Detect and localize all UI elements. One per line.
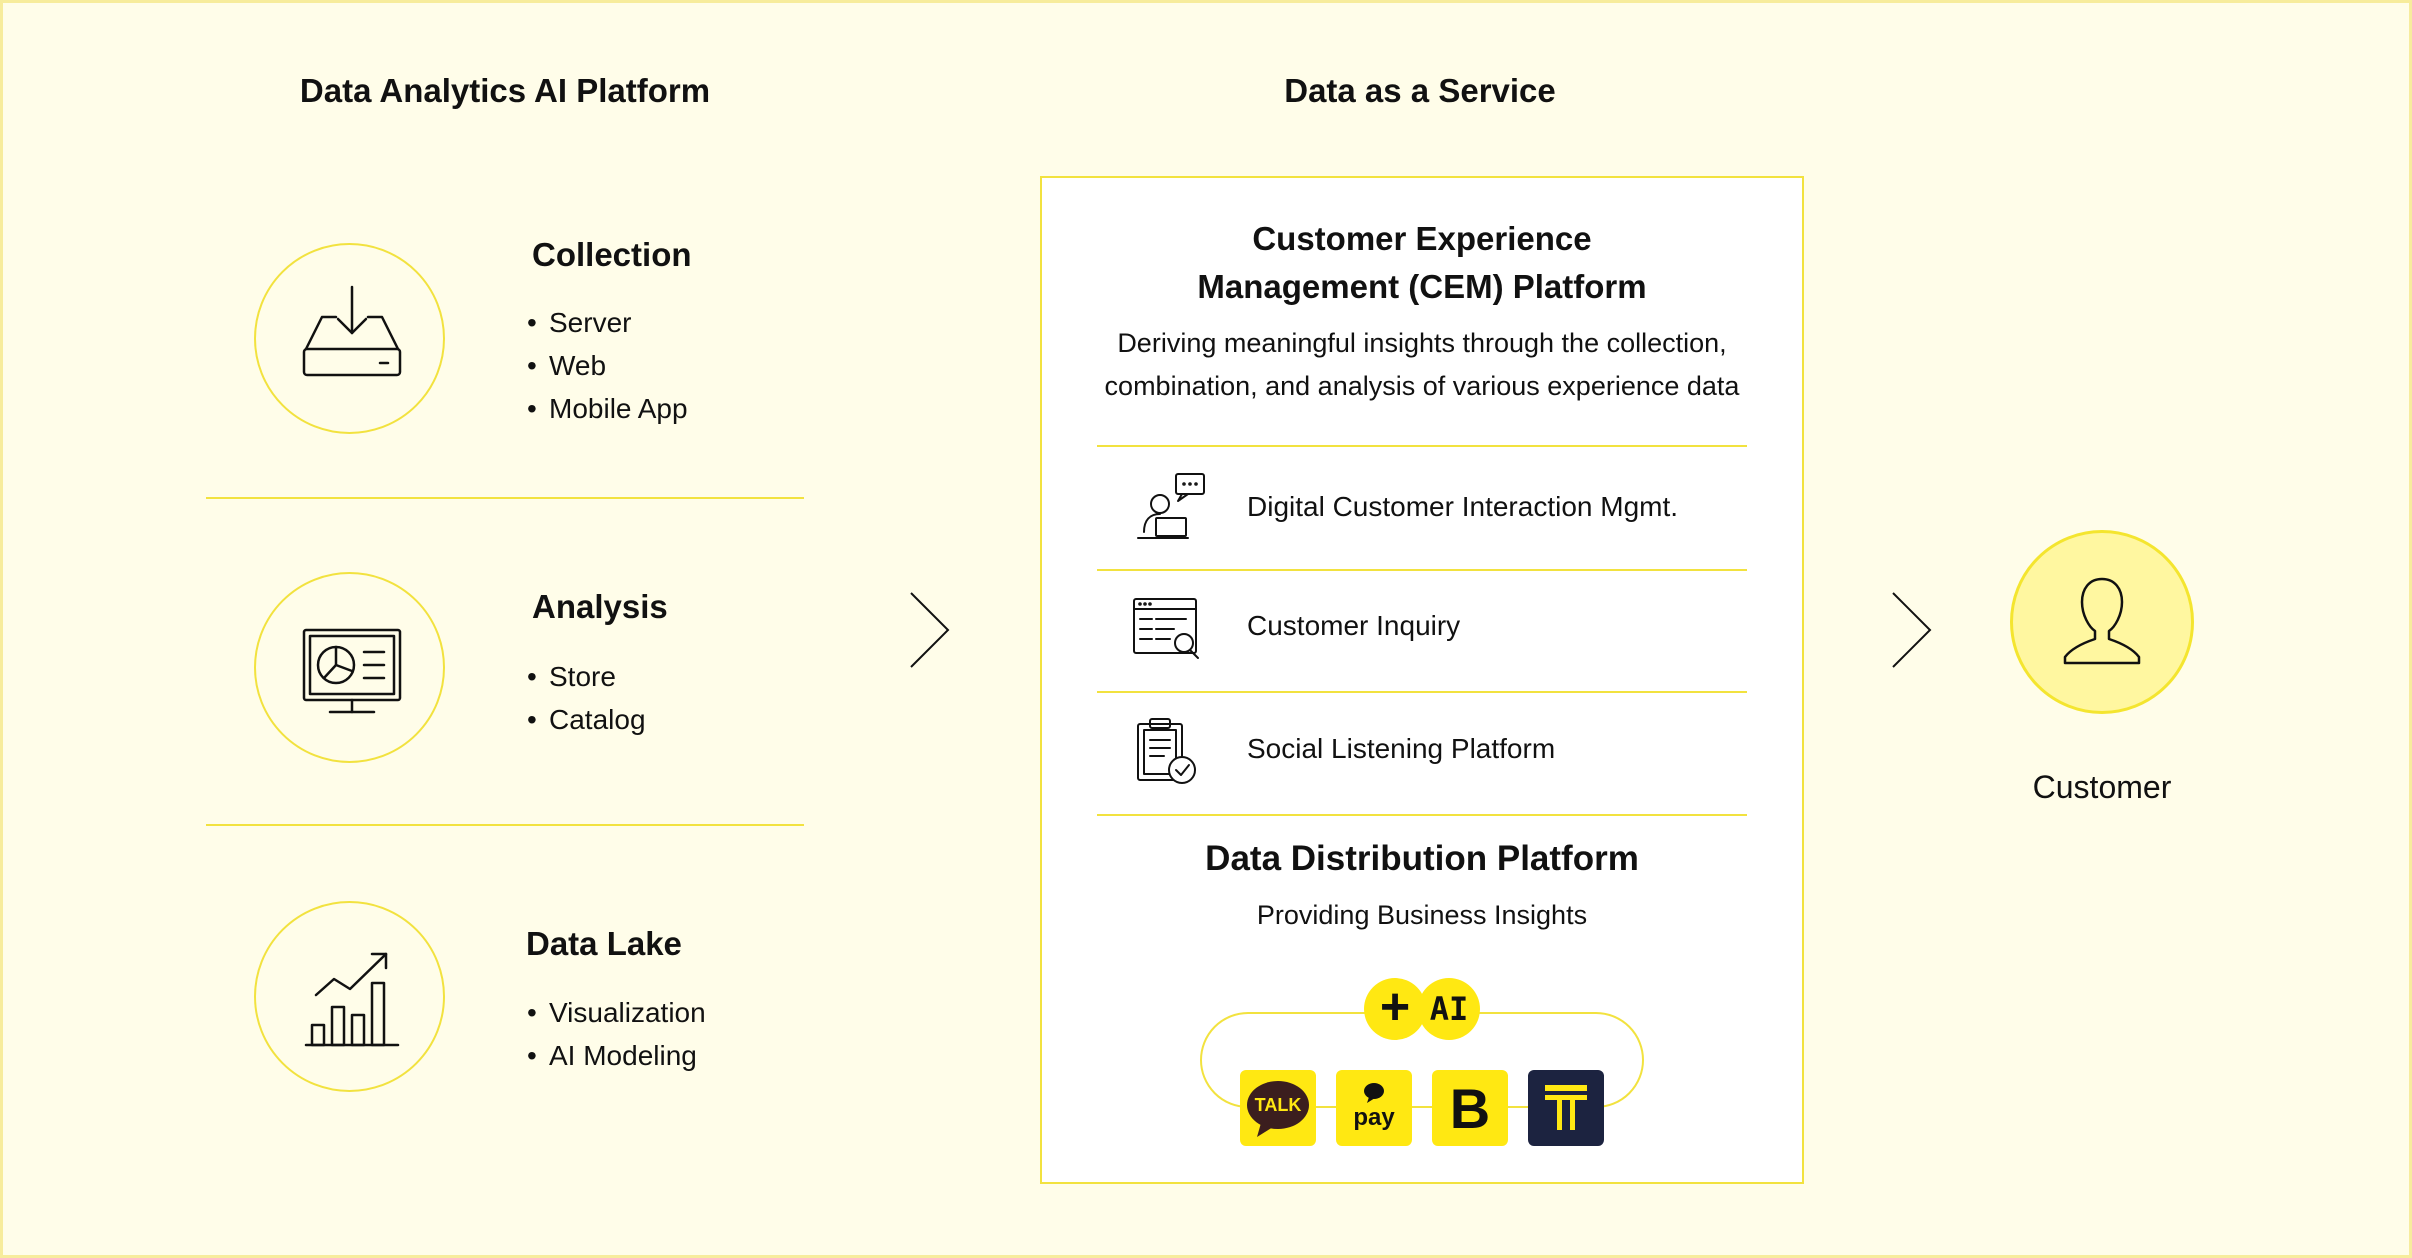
list-item: AI Modeling — [527, 1034, 706, 1077]
divider — [1097, 814, 1747, 816]
divider — [1097, 569, 1747, 571]
divider — [1097, 445, 1747, 447]
collection-title: Collection — [532, 236, 692, 273]
form-search-icon — [1133, 598, 1199, 659]
person-laptop-chat-icon — [1137, 473, 1205, 539]
row-label: Social Listening Platform — [1247, 733, 1556, 764]
pay-bubble-icon: pay — [1353, 1083, 1395, 1131]
row-label: Customer Inquiry — [1247, 610, 1461, 641]
analysis-icon-circle — [254, 572, 445, 763]
divider — [1097, 691, 1747, 693]
ai-badge: AI — [1418, 978, 1480, 1040]
left-column-title: Data Analytics AI Platform — [299, 72, 711, 109]
kakaotalk-label: TALK — [1255, 1095, 1302, 1115]
plus-badge-label: + — [1379, 978, 1411, 1036]
kakaobank-label: B — [1449, 1076, 1491, 1140]
ai-badge-label: AI — [1429, 990, 1469, 1028]
list-item: Web — [527, 344, 688, 387]
download-server-icon — [302, 285, 402, 377]
data-lake-title: Data Lake — [526, 925, 682, 962]
cem-title-line1: Customer Experience — [1252, 220, 1592, 257]
kakaopay-icon: pay — [1336, 1070, 1412, 1146]
distribution-title: Data Distribution Platform — [1205, 839, 1639, 878]
divider — [206, 497, 804, 499]
data-as-a-service-panel: Customer Experience Management (CEM) Pla… — [1040, 176, 1804, 1184]
kakaot-icon: T — [1528, 1070, 1604, 1146]
row-label: Digital Customer Interaction Mgmt. — [1247, 491, 1679, 522]
list-item: Catalog — [527, 698, 646, 741]
list-item: Mobile App — [527, 387, 688, 430]
analysis-title: Analysis — [532, 588, 668, 625]
data-lake-icon-circle — [254, 901, 445, 1092]
customer-icon-circle — [2010, 530, 2194, 714]
divider — [206, 824, 804, 826]
analysis-list: Store Catalog — [527, 655, 646, 741]
user-icon — [2063, 577, 2141, 665]
collection-icon-circle — [254, 243, 445, 434]
kakaotalk-icon: TALK — [1240, 1070, 1316, 1146]
monitor-pie-chart-icon — [302, 628, 402, 714]
bar-chart-trend-icon — [304, 952, 400, 1047]
chevron-right-icon — [1892, 592, 1932, 668]
chevron-right-icon — [910, 592, 950, 668]
center-column-title: Data as a Service — [1284, 72, 1556, 109]
kakaobank-icon: B — [1432, 1070, 1508, 1146]
data-lake-list: Visualization AI Modeling — [527, 991, 706, 1077]
talk-bubble-icon: TALK — [1247, 1081, 1309, 1137]
list-item: Server — [527, 301, 688, 344]
plus-badge: + — [1364, 978, 1426, 1040]
collection-list: Server Web Mobile App — [527, 301, 688, 430]
distribution-subtitle: Providing Business Insights — [1256, 900, 1588, 930]
kakaot-mark — [1545, 1085, 1587, 1130]
customer-label: Customer — [2032, 769, 2172, 805]
kakaopay-label: pay — [1353, 1104, 1395, 1131]
cem-title-line2: Management (CEM) Platform — [1197, 268, 1647, 305]
clipboard-check-icon — [1137, 718, 1196, 784]
list-item: Store — [527, 655, 646, 698]
cem-description-line1: Deriving meaningful insights through the… — [1117, 328, 1727, 358]
list-item: Visualization — [527, 991, 706, 1034]
cem-description-line2: combination, and analysis of various exp… — [1104, 371, 1740, 401]
